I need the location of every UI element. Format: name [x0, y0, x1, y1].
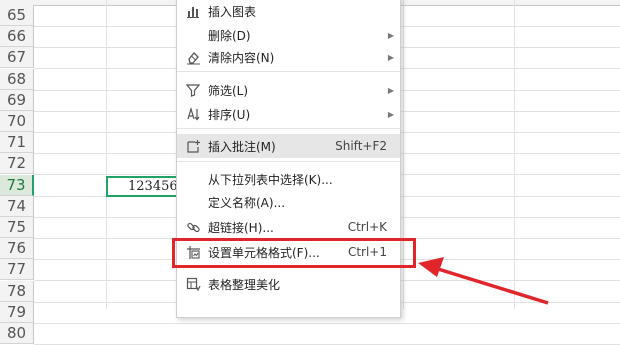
gridline-h: [34, 322, 620, 324]
row-header-80[interactable]: 80: [0, 323, 34, 344]
red-arrow-annotation: [418, 257, 549, 305]
